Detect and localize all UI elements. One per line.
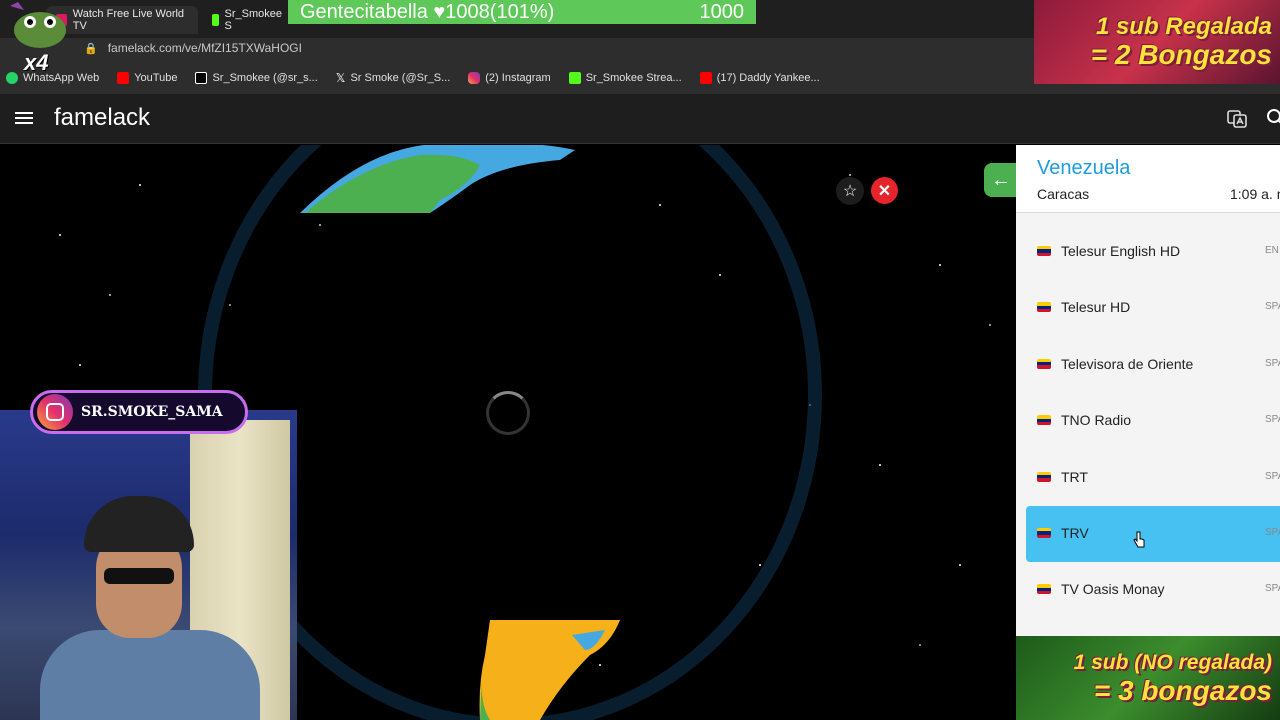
country-name: Venezuela [1037, 157, 1131, 179]
favorite-star-button[interactable]: ☆ [836, 177, 864, 205]
bookmark-youtube[interactable]: YouTube [117, 72, 177, 84]
local-time: 1:09 a. m. [1230, 186, 1280, 202]
webcam-sunglasses [104, 568, 174, 584]
webcam-jacket [40, 630, 260, 720]
loading-spinner [486, 391, 530, 435]
youtube-icon [699, 72, 712, 84]
channel-language: SPA [1265, 526, 1280, 538]
city-name: Caracas [1037, 186, 1090, 202]
channel-item-selected[interactable]: TRV SPA [1026, 505, 1280, 563]
instagram-handle-badge: SR.SMOKE_SAMA [30, 390, 248, 434]
tab-label: Sr_Smokee S [224, 8, 282, 32]
bookmark-tiktok[interactable]: Sr_Smokee (@sr_s... [195, 72, 318, 84]
bookmark-label: Sr_Smokee (@sr_s... [212, 72, 318, 84]
channel-item[interactable]: Telesur English HD EN [1026, 224, 1280, 280]
tab-label: Watch Free Live World TV [72, 8, 185, 32]
channel-panel: Venezuela Caracas 1:09 a. m. Telesur Eng… [1016, 145, 1280, 720]
channel-language: EN [1265, 245, 1279, 256]
venezuela-flag-icon [1037, 471, 1051, 482]
instagram-handle: SR.SMOKE_SAMA [81, 404, 223, 420]
channel-item[interactable]: TNO Radio SPA [1026, 393, 1280, 449]
x-icon: 𝕏 [335, 71, 346, 85]
bookmark-youtube-2[interactable]: (17) Daddy Yankee... [699, 72, 820, 84]
donation-alert-bar: Gentecitabella ♥1008(101%) 1000 [288, 0, 756, 24]
venezuela-flag-icon [1037, 358, 1051, 369]
tab-kick[interactable]: Sr_Smokee S [202, 6, 292, 34]
channel-name: TNO Radio [1061, 412, 1132, 429]
venezuela-flag-icon [1037, 302, 1051, 313]
channel-name: Telesur English HD [1061, 243, 1181, 259]
channel-language: SPA [1265, 414, 1280, 426]
url-text[interactable]: famelack.com/ve/MfZI15TXWaHOGI [108, 41, 302, 55]
close-button[interactable]: ✕ [871, 177, 898, 204]
kick-icon [212, 14, 219, 26]
channel-name: TRV [1061, 524, 1089, 541]
promo-banner-top: 1 sub Regalada = 2 Bongazos [1034, 0, 1280, 84]
multiplier-text: x4 [24, 50, 49, 75]
channel-name: TV Oasis Monay [1061, 581, 1165, 598]
close-icon: ✕ [877, 182, 892, 200]
panel-header: Venezuela Caracas 1:09 a. m. [1016, 145, 1280, 213]
arrow-left-icon: ← [991, 168, 1011, 191]
venezuela-flag-icon [1037, 527, 1051, 538]
promo-bottom-line1: 1 sub (NO regalada) [1073, 651, 1272, 674]
webcam-cap [84, 496, 194, 552]
instagram-icon [468, 72, 481, 84]
venezuela-flag-icon [1037, 415, 1051, 426]
kick-icon [568, 72, 581, 84]
youtube-icon [117, 72, 130, 84]
brand-title[interactable]: famelack [54, 104, 150, 132]
bookmark-x[interactable]: 𝕏 Sr Smoke (@Sr_S... [336, 71, 450, 85]
bookmark-label: Sr Smoke (@Sr_S... [350, 72, 451, 84]
bookmark-label: Sr_Smokee Strea... [585, 72, 682, 84]
alert-text: Gentecitabella ♥1008(101%) [300, 0, 555, 23]
promo-top-line1: 1 sub Regalada [1095, 13, 1272, 40]
promo-bottom-line2: = 3 bongazos [1093, 675, 1272, 706]
channel-language: SPA [1265, 583, 1280, 595]
bookmark-label: (17) Daddy Yankee... [716, 72, 820, 84]
back-button[interactable]: ← [984, 163, 1016, 197]
star-icon: ☆ [842, 183, 858, 200]
lock-icon: 🔒 [84, 42, 98, 55]
promo-banner-bottom: 1 sub (NO regalada) = 3 bongazos [1016, 636, 1280, 720]
channel-name: Televisora de Oriente [1061, 355, 1194, 372]
channel-language: SPA [1265, 470, 1280, 482]
venezuela-flag-icon [1037, 584, 1051, 595]
channel-name: TRT [1061, 468, 1088, 485]
hamburger-menu-icon[interactable] [14, 109, 34, 129]
channel-item[interactable]: TV Oasis Monay SPA [1026, 562, 1280, 618]
venezuela-flag-icon [1037, 246, 1051, 256]
bookmark-instagram[interactable]: (2) Instagram [468, 72, 551, 84]
app-header: famelack [0, 94, 1280, 144]
channel-item[interactable]: Telesur HD SPA [1026, 280, 1280, 336]
bookmark-label: YouTube [134, 72, 178, 84]
webcam-feed [0, 410, 297, 720]
channel-language: SPA [1265, 357, 1280, 369]
search-icon[interactable] [1264, 106, 1280, 130]
multiplier-badge: x4 [0, 0, 75, 80]
screen: Watch Free Live World TV Sr_Smokee S 🔒 f… [0, 0, 1280, 720]
promo-top-line2: = 2 Bongazos [1090, 39, 1272, 70]
instagram-icon [37, 394, 73, 430]
channel-name: Telesur HD [1061, 299, 1131, 316]
bookmark-kick[interactable]: Sr_Smokee Strea... [568, 72, 682, 84]
channel-language: SPA [1265, 301, 1280, 313]
alert-goal: 1000 [699, 0, 745, 23]
bookmark-label: (2) Instagram [485, 72, 551, 84]
channel-item[interactable]: Televisora de Oriente SPA [1026, 337, 1280, 393]
channel-item[interactable]: TRT SPA [1026, 450, 1280, 506]
tiktok-icon [195, 72, 208, 84]
hand-cursor-icon [1133, 531, 1145, 548]
channel-list: Telesur English HD EN Telesur HD SPA Tel… [1026, 224, 1280, 619]
translate-icon[interactable] [1225, 106, 1249, 130]
